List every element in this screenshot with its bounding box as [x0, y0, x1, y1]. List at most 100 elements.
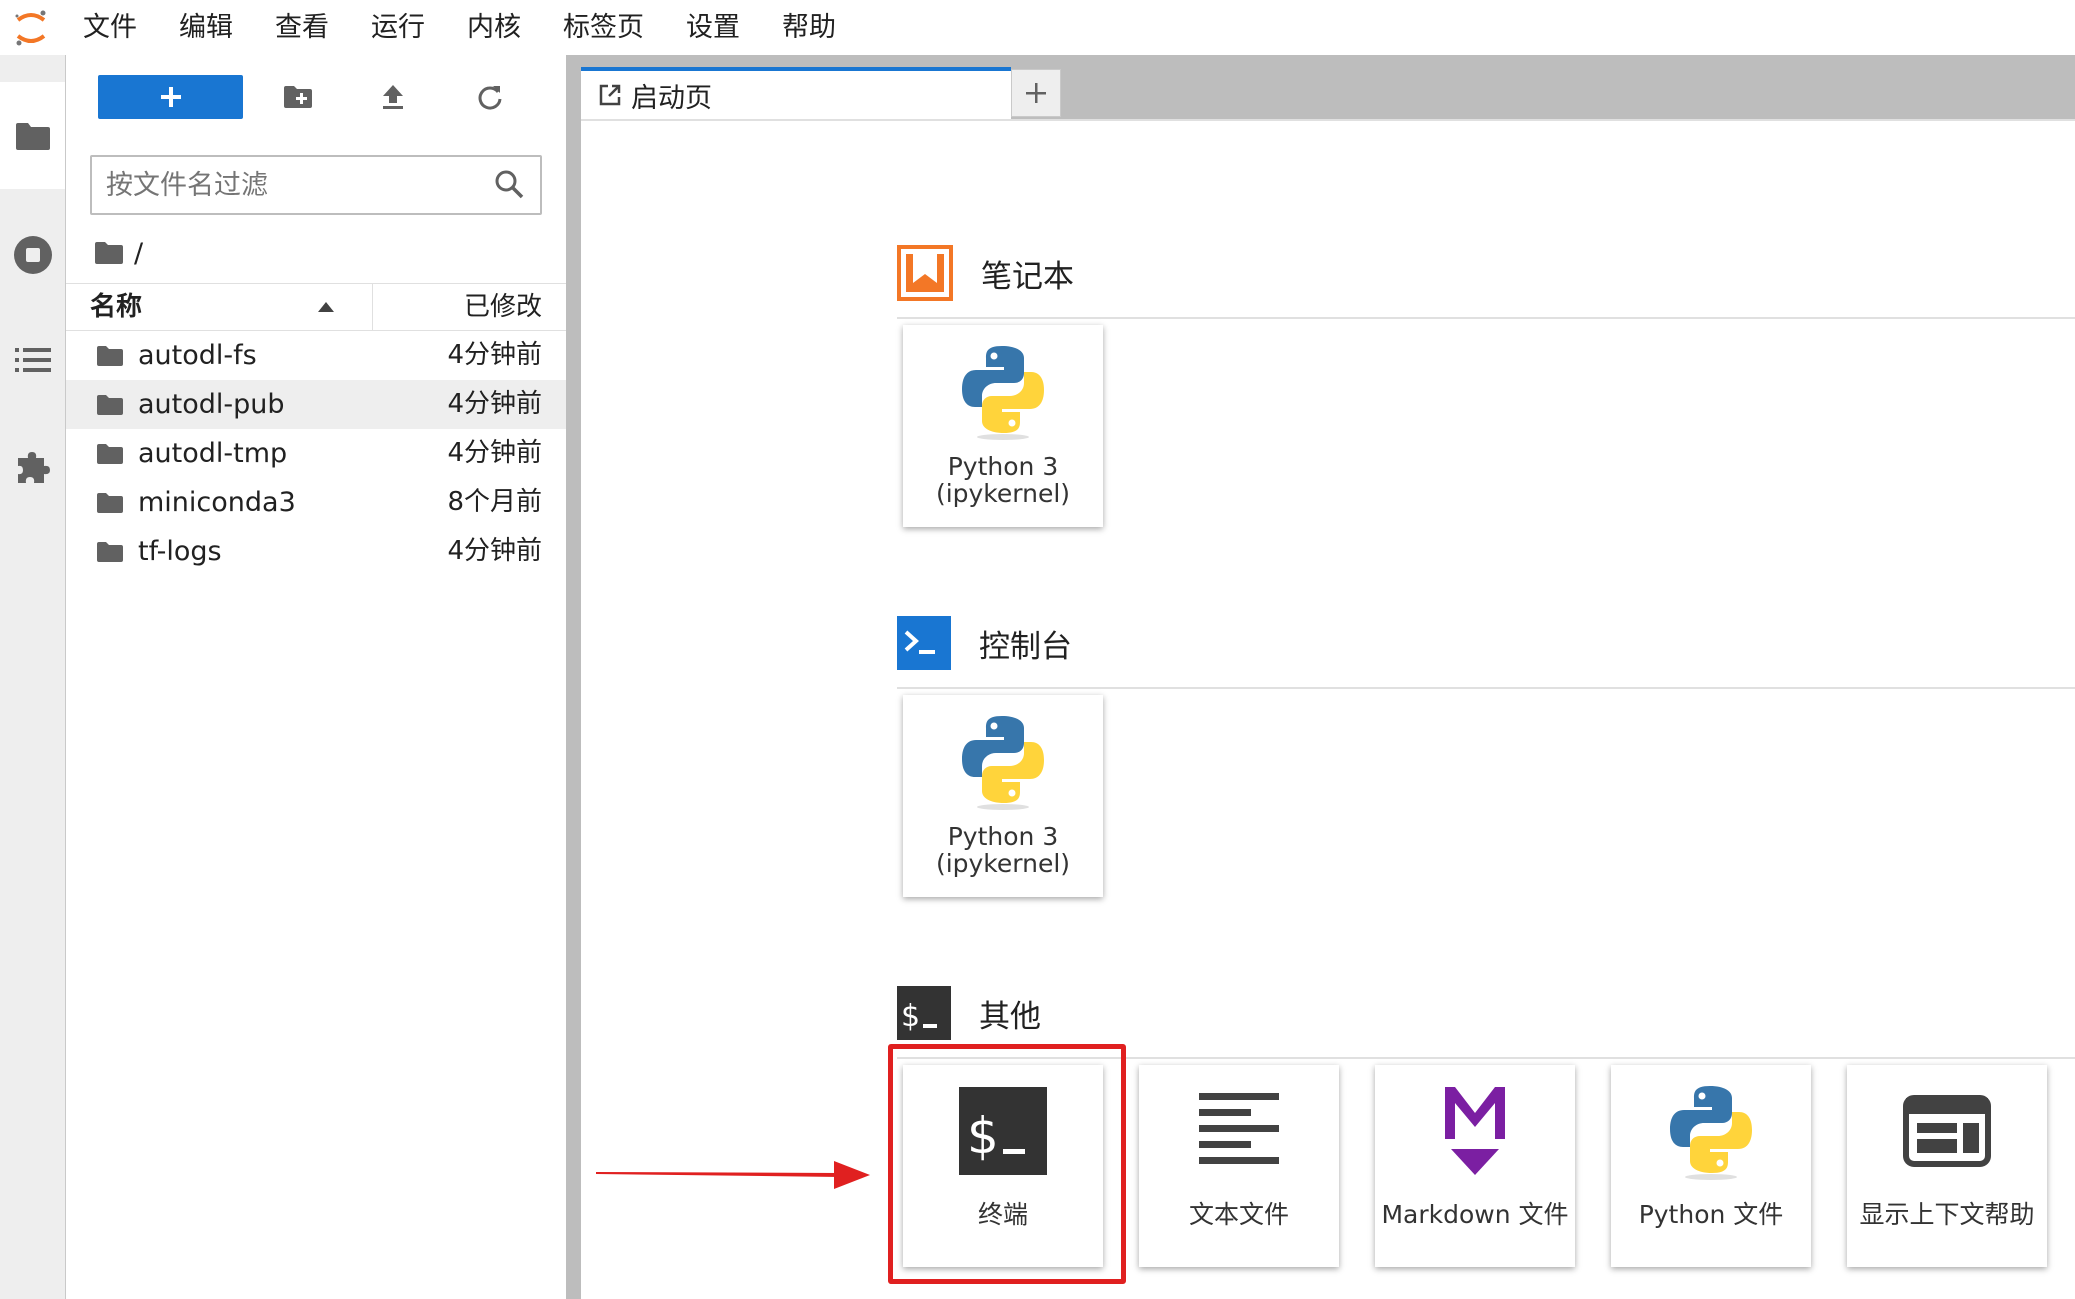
add-tab-button[interactable] — [1011, 69, 1061, 117]
upload-icon — [383, 85, 403, 109]
section-other: $ 其他 — [897, 983, 1041, 1043]
panel-splitter[interactable] — [566, 55, 581, 1299]
menu-view[interactable]: 查看 — [254, 0, 350, 55]
card-python-file[interactable]: Python 文件 — [1611, 1065, 1811, 1267]
file-list: autodl-fs 4分钟前 autodl-pub 4分钟前 autodl-tm… — [66, 331, 566, 576]
card-label: Markdown 文件 — [1381, 1200, 1569, 1229]
filter-box — [90, 155, 542, 215]
text-file-icon — [1139, 1081, 1339, 1181]
menu-help[interactable]: 帮助 — [761, 0, 857, 55]
file-modified: 4分钟前 — [447, 536, 542, 566]
activity-bar — [0, 55, 66, 1299]
jupyterlab-window: 文件 编辑 查看 运行 内核 标签页 设置 帮助 按文件名过滤 / 名称 已修改… — [0, 0, 2075, 1299]
new-folder-button[interactable] — [276, 75, 320, 119]
section-console: 控制台 — [897, 613, 1072, 673]
menu-run[interactable]: 运行 — [350, 0, 446, 55]
menu-tabs[interactable]: 标签页 — [542, 0, 665, 55]
card-label: 显示上下文帮助 — [1859, 1200, 2035, 1229]
sort-ascending-icon[interactable] — [318, 302, 334, 312]
file-name: autodl-tmp — [138, 438, 288, 469]
menu-file[interactable]: 文件 — [62, 0, 158, 55]
running-sessions-tab[interactable] — [0, 215, 66, 295]
list-icon — [15, 348, 51, 372]
card-label-line2: (ipykernel) — [935, 849, 1071, 878]
section-divider — [897, 687, 2075, 689]
file-name: autodl-pub — [138, 389, 285, 420]
svg-text:$: $ — [901, 999, 920, 1034]
section-title-other: 其他 — [979, 998, 1041, 1035]
markdown-icon — [1375, 1081, 1575, 1181]
breadcrumb-root[interactable]: / — [134, 238, 143, 269]
upload-button[interactable] — [371, 75, 415, 119]
column-divider[interactable] — [372, 284, 373, 330]
folder-icon — [97, 493, 123, 513]
file-name: autodl-fs — [138, 340, 257, 371]
highlight-annotation — [888, 1044, 1126, 1284]
card-console-python3[interactable]: Python 3 (ipykernel) — [903, 695, 1103, 897]
card-notebook-python3[interactable]: Python 3 (ipykernel) — [903, 325, 1103, 527]
launch-icon — [599, 84, 621, 106]
folder-icon — [97, 444, 123, 464]
section-notebook: 笔记本 — [897, 243, 1074, 303]
column-header-modified[interactable]: 已修改 — [464, 284, 542, 330]
file-name: miniconda3 — [138, 487, 296, 518]
card-markdown-file[interactable]: Markdown 文件 — [1375, 1065, 1575, 1267]
card-label-line1: Python 3 — [947, 822, 1059, 851]
notebook-icon — [897, 245, 953, 301]
table-of-contents-tab[interactable] — [0, 320, 66, 400]
menu-edit[interactable]: 编辑 — [158, 0, 254, 55]
jupyter-logo-icon — [0, 0, 62, 55]
file-modified: 8个月前 — [447, 487, 542, 517]
console-icon — [897, 616, 951, 670]
puzzle-icon — [18, 452, 50, 483]
search-icon — [495, 170, 524, 199]
terminal-icon: $ — [897, 986, 951, 1040]
main-area: 启动页 笔记本 Python 3 (ipykernel) 控制台 Python … — [581, 55, 2075, 1299]
new-launcher-button[interactable] — [98, 75, 243, 119]
file-browser-tab[interactable] — [0, 82, 65, 189]
python-icon — [903, 341, 1103, 441]
card-label: Python 3 (ipykernel) — [903, 453, 1103, 507]
file-row-autodl-pub[interactable]: autodl-pub 4分钟前 — [66, 380, 566, 429]
folder-icon — [97, 542, 123, 562]
stop-circle-icon — [14, 236, 52, 274]
filter-input[interactable] — [106, 157, 486, 213]
menubar: 文件 编辑 查看 运行 内核 标签页 设置 帮助 — [0, 0, 2075, 55]
tab-bar-divider — [581, 119, 2075, 121]
folder-icon — [97, 346, 123, 366]
file-row-miniconda3[interactable]: miniconda3 8个月前 — [66, 478, 566, 527]
card-label: 文本文件 — [1188, 1200, 1289, 1229]
refresh-icon — [478, 86, 502, 110]
arrow-annotation-icon — [596, 1161, 870, 1189]
file-row-autodl-fs[interactable]: autodl-fs 4分钟前 — [66, 331, 566, 380]
card-context-help[interactable]: 显示上下文帮助 — [1847, 1065, 2047, 1267]
file-name: tf-logs — [138, 536, 222, 567]
tab-launcher[interactable]: 启动页 — [581, 67, 1011, 119]
file-modified: 4分钟前 — [447, 389, 542, 419]
file-browser-toolbar — [66, 75, 566, 135]
card-label-line2: (ipykernel) — [935, 479, 1071, 508]
folder-icon — [15, 122, 50, 150]
section-title-notebook: 笔记本 — [981, 258, 1074, 295]
menu-kernel[interactable]: 内核 — [446, 0, 542, 55]
card-text-file[interactable]: 文本文件 — [1139, 1065, 1339, 1267]
card-label: Python 3 (ipykernel) — [903, 823, 1103, 877]
card-label-line1: Python 3 — [947, 452, 1059, 481]
refresh-button[interactable] — [468, 75, 512, 119]
column-header-name[interactable]: 名称 — [90, 284, 142, 330]
file-row-autodl-tmp[interactable]: autodl-tmp 4分钟前 — [66, 429, 566, 478]
breadcrumb: / — [94, 233, 143, 273]
extension-manager-tab[interactable] — [0, 427, 66, 507]
section-title-console: 控制台 — [979, 628, 1072, 665]
plus-icon — [160, 87, 181, 107]
context-help-icon — [1847, 1081, 2047, 1181]
folder-icon — [97, 395, 123, 415]
python-icon — [1611, 1081, 1811, 1181]
file-modified: 4分钟前 — [447, 438, 542, 468]
file-row-tf-logs[interactable]: tf-logs 4分钟前 — [66, 527, 566, 576]
file-list-header: 名称 已修改 — [66, 283, 566, 331]
folder-icon[interactable] — [94, 241, 124, 265]
plus-icon — [1026, 83, 1046, 103]
file-modified: 4分钟前 — [447, 340, 542, 370]
menu-settings[interactable]: 设置 — [665, 0, 761, 55]
